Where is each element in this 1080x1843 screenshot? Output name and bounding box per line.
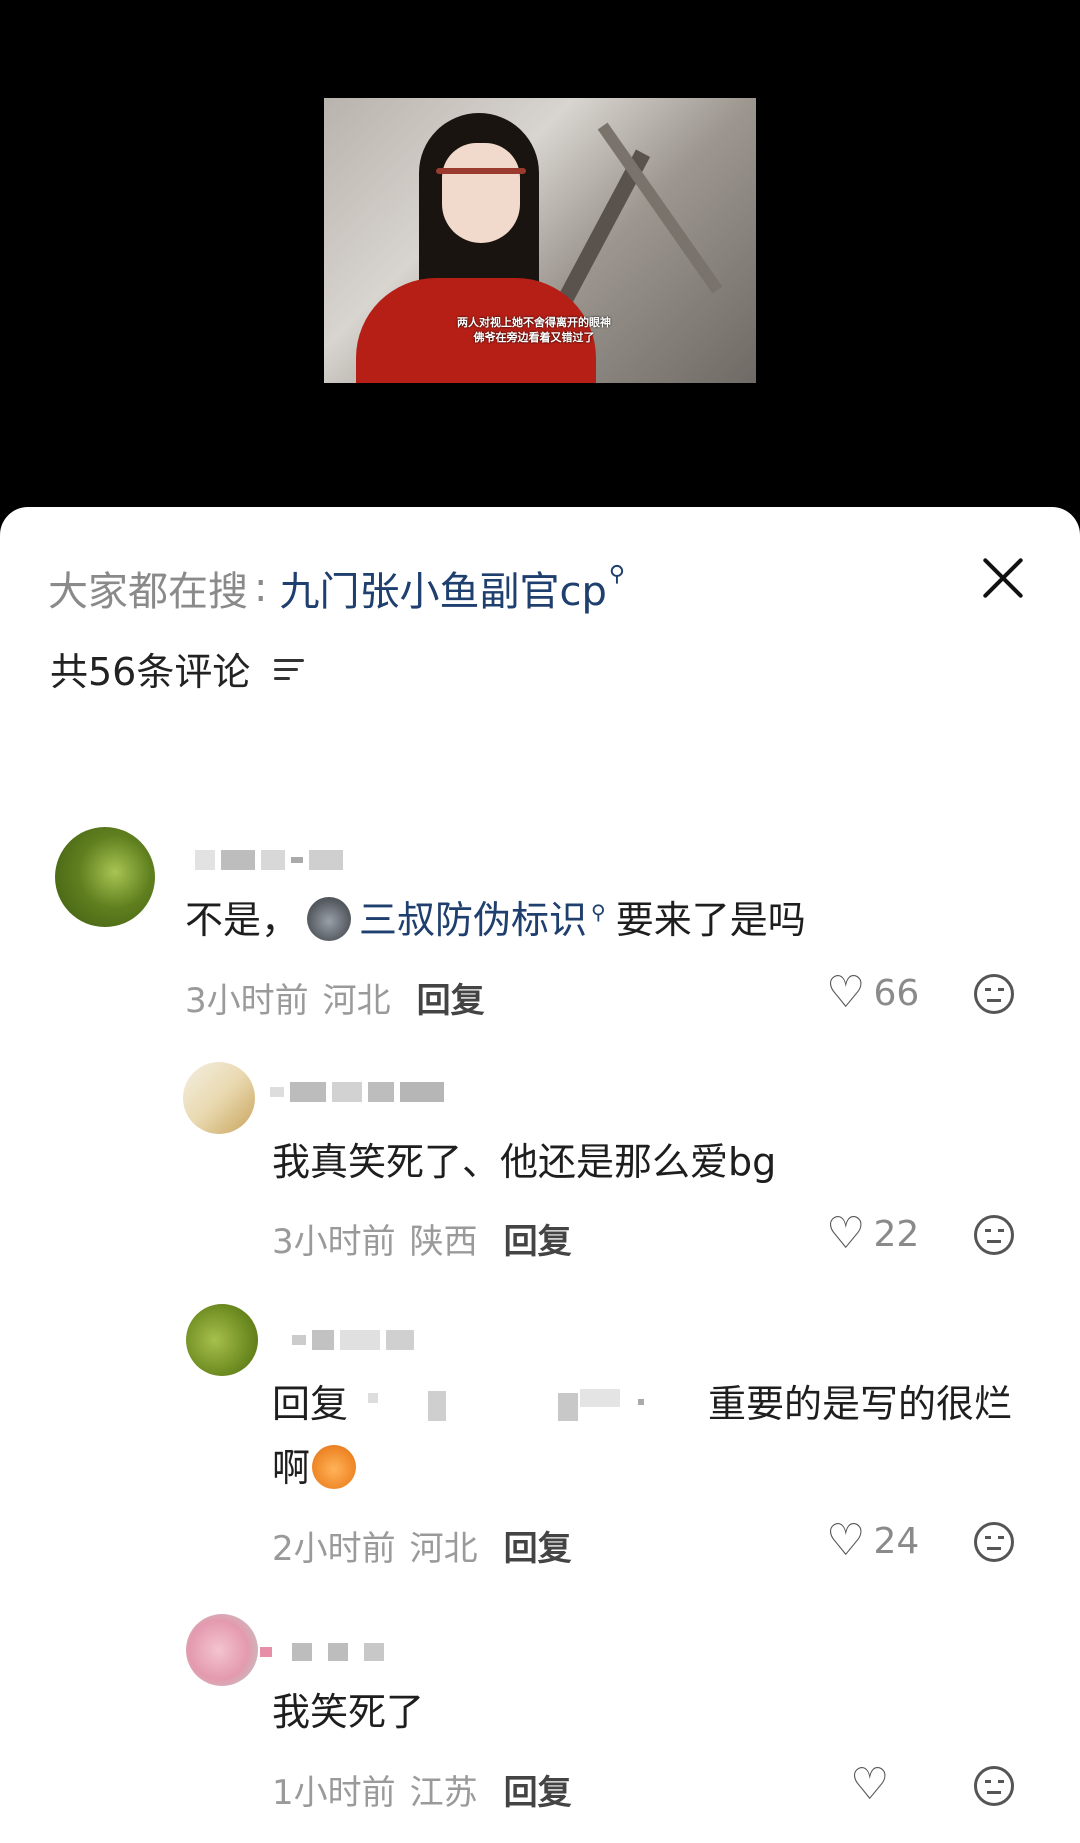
avatar[interactable] xyxy=(183,1062,255,1134)
nickname-blurred[interactable] xyxy=(292,1325,414,1355)
avatar[interactable] xyxy=(186,1614,258,1686)
trending-search-term[interactable]: 九门张小鱼副官cp xyxy=(279,559,606,617)
video-thumbnail[interactable]: 两人对视上她不舍得离开的眼神 佛爷在旁边看着又错过了 xyxy=(324,98,756,383)
nickname-blurred[interactable] xyxy=(195,845,343,875)
like-button[interactable]: ♡ 22 xyxy=(826,1212,919,1256)
react-emoji-icon[interactable] xyxy=(974,1215,1014,1255)
comment-text-line2: 啊 xyxy=(272,1436,364,1500)
comment-sheet: 大家都在搜 : 九门张小鱼副官cp ⚲ 共56条评论 不是， 三叔防伪标识 ⚲ 要来了… xyxy=(0,507,1080,1843)
reply-button[interactable]: 回复 xyxy=(504,1214,572,1263)
comment-text: 不是， 三叔防伪标识 ⚲ 要来了是吗 xyxy=(185,897,806,942)
video-subtitle-line2: 佛爷在旁边看着又错过了 xyxy=(473,331,595,344)
comment-text: 回复 重要的是写的很烂 xyxy=(272,1382,1013,1426)
video-subtitle-line1: 两人对视上她不舍得离开的眼神 xyxy=(457,316,611,329)
comment-location: 河北 xyxy=(322,981,391,1021)
comment-meta: 2小时前 河北 回复 xyxy=(272,1521,572,1570)
magnifier-icon: ⚲ xyxy=(591,900,606,924)
reply-button[interactable]: 回复 xyxy=(504,1765,572,1814)
comment-time: 1小时前 xyxy=(272,1773,396,1813)
heart-icon: ♡ xyxy=(850,1759,890,1810)
figure-headband xyxy=(436,168,526,174)
react-emoji-icon[interactable] xyxy=(974,1766,1014,1806)
comment-count-label: 共56条评论 xyxy=(50,650,251,694)
like-count: 22 xyxy=(873,1213,920,1255)
comment-location: 江苏 xyxy=(409,1773,478,1813)
like-count: 24 xyxy=(873,1520,920,1562)
comment-count-row: 共56条评论 xyxy=(50,641,305,696)
trending-search-separator: : xyxy=(254,565,268,611)
reply-button[interactable]: 回复 xyxy=(417,973,485,1022)
cat-emoji-icon xyxy=(307,897,352,941)
like-button[interactable]: ♡ 24 xyxy=(826,1519,919,1563)
react-emoji-icon[interactable] xyxy=(974,1522,1014,1562)
comment-text: 我真笑死了、他还是那么爱bg xyxy=(272,1140,777,1184)
crying-cat-emoji-icon xyxy=(312,1445,357,1489)
trending-search-row[interactable]: 大家都在搜 : 九门张小鱼副官cp ⚲ xyxy=(48,559,625,617)
comment-meta: 3小时前 陕西 回复 xyxy=(272,1214,572,1263)
magnifier-icon: ⚲ xyxy=(608,561,625,587)
comment-location: 河北 xyxy=(409,1529,478,1569)
trending-search-prefix: 大家都在搜 xyxy=(48,569,248,615)
comment-meta: 3小时前 河北 回复 xyxy=(185,973,485,1022)
like-button[interactable]: ♡ xyxy=(850,1763,897,1807)
heart-icon: ♡ xyxy=(826,1208,866,1259)
nickname-blurred[interactable] xyxy=(270,1077,444,1107)
comment-text: 我笑死了 xyxy=(272,1690,425,1734)
heart-icon: ♡ xyxy=(826,967,866,1018)
comment-location: 陕西 xyxy=(409,1222,478,1262)
comment-meta: 1小时前 江苏 回复 xyxy=(272,1765,572,1814)
filter-icon[interactable] xyxy=(274,657,305,681)
close-icon[interactable] xyxy=(980,555,1026,601)
nickname-blurred[interactable] xyxy=(260,1637,384,1667)
heart-icon: ♡ xyxy=(826,1515,866,1566)
search-tag-link[interactable]: 三叔防伪标识 xyxy=(359,898,587,942)
figure-face xyxy=(442,143,520,243)
avatar[interactable] xyxy=(55,827,155,927)
like-button[interactable]: ♡ 66 xyxy=(826,971,919,1015)
video-player-area[interactable]: 两人对视上她不舍得离开的眼神 佛爷在旁边看着又错过了 xyxy=(0,0,1080,520)
comment-time: 2小时前 xyxy=(272,1529,396,1569)
like-count: 66 xyxy=(873,972,920,1014)
comment-time: 3小时前 xyxy=(185,981,309,1021)
react-emoji-icon[interactable] xyxy=(974,974,1014,1014)
avatar[interactable] xyxy=(186,1304,258,1376)
mentioned-user-blurred[interactable] xyxy=(348,1387,708,1423)
reply-button[interactable]: 回复 xyxy=(504,1521,572,1570)
comment-time: 3小时前 xyxy=(272,1222,396,1262)
